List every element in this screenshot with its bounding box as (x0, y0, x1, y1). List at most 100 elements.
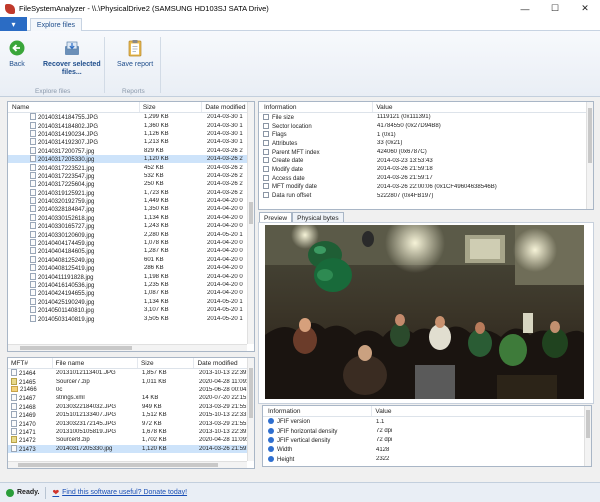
table-row[interactable]: 20140319125921.jpg 1,723 KB 2014-03-26 2 (8, 188, 254, 197)
table-row[interactable]: 20140424194655.jpg 1,087 KB 2014-04-20 0 (8, 289, 254, 297)
table-row[interactable]: 20140416140536.jpg 1,235 KB 2014-04-20 0 (8, 281, 254, 289)
cell-file-name: 20131005105819.JPG (56, 428, 117, 435)
scrollbar-thumb[interactable] (586, 410, 590, 438)
table-row[interactable]: 20140503140819.jpg 3,505 KB 2014-05-20 1 (8, 314, 254, 323)
info-row[interactable]: Width 4128 (263, 445, 591, 454)
info-row[interactable]: Create date 2014-03-23 13:53:43 (259, 156, 593, 165)
table-row[interactable]: 20140411191828.jpg 1,198 KB 2014-04-20 0 (8, 272, 254, 281)
table-row[interactable]: 21472 Sourcer8.zip 1,702 KB 2020-04-28 11:0… (8, 436, 254, 444)
app-icon (5, 3, 15, 14)
cell-size: 3,505 KB (144, 315, 169, 322)
ribbon-separator (104, 37, 105, 93)
image-preview (265, 225, 584, 399)
cell-name: 20140317223521.jpg (8, 163, 141, 172)
table-row[interactable]: 20140314184802.JPG 1,360 KB 2014-03-30 1 (8, 121, 254, 130)
file-icon (30, 113, 36, 121)
table-row[interactable]: 21467 strings.xml 14 KB 2020-07-20 22:15: (8, 394, 254, 402)
table-row[interactable]: 20140317200757.jpg 829 KB 2014-03-26 2 (8, 146, 254, 155)
vertical-scrollbar[interactable] (584, 406, 591, 466)
scrollbar-thumb[interactable] (588, 108, 592, 163)
close-button[interactable]: ✕ (570, 0, 600, 17)
column-header-value[interactable]: Value (373, 102, 593, 112)
info-row[interactable]: Attributes 33 (0x21) (259, 139, 593, 148)
cell-name: 20140317223547.jpg (8, 171, 141, 180)
mft-number: 21469 (19, 413, 36, 420)
info-row[interactable]: MFT modify date 2014-03-26 22:00:06 (0x1C… (259, 183, 593, 192)
table-row[interactable]: 20140317225604.jpg 250 KB 2014-03-26 2 (8, 180, 254, 188)
minimize-button[interactable]: — (510, 0, 540, 17)
table-row[interactable]: 20140404174459.jpg 1,078 KB 2014-04-20 0 (8, 239, 254, 247)
vertical-scrollbar[interactable] (586, 102, 593, 209)
column-header-information[interactable]: Information (259, 102, 374, 112)
info-row[interactable]: JFIF version 1.1 (263, 417, 591, 426)
info-row[interactable]: Parent MFT index 424060 (0x6787C) (259, 148, 593, 157)
table-row[interactable]: 20140330165727.jpg 1,243 KB 2014-04-20 0 (8, 222, 254, 230)
table-row[interactable]: 21464 20131012113401.JPG 1,857 KB 2013-10-1… (8, 369, 254, 377)
table-row[interactable]: 20140317205330.jpg 1,120 KB 2014-03-26 2 (8, 154, 254, 164)
file-menu-button[interactable]: ▾ (0, 17, 27, 31)
save-report-button[interactable]: Save report (117, 39, 153, 69)
info-row[interactable]: JFIF vertical density 72 dpi (263, 436, 591, 445)
table-row[interactable]: 21471 20131005105819.JPG 1,678 KB 2013-10-1… (8, 427, 254, 436)
table-row[interactable]: 21468 20130322184032.JPG 949 KB 2013-03-29 … (8, 402, 254, 411)
info-row[interactable]: File size 1119121 (0x111391) (259, 113, 593, 122)
table-row[interactable]: 20140314184755.JPG 1,299 KB 2014-03-30 1 (8, 113, 254, 121)
file-name: 20140330165727.jpg (38, 224, 95, 231)
info-row[interactable]: Modify date 2014-03-26 21:59:18 (259, 165, 593, 174)
cell-name: 20140503140819.jpg (8, 314, 141, 323)
table-row[interactable]: 20140314190234.JPG 1,126 KB 2014-03-30 1 (8, 129, 254, 138)
horizontal-scrollbar[interactable] (8, 344, 247, 351)
vertical-scrollbar[interactable] (247, 102, 254, 344)
info-row[interactable]: Flags 1 (0x1) (259, 130, 593, 139)
table-row[interactable]: 21469 20151012133407.JPG 1,512 KB 2015-10-1… (8, 411, 254, 419)
info-row[interactable]: Height 2322 (263, 455, 591, 464)
tab-explore-files[interactable]: Explore files (30, 18, 82, 32)
donate-link[interactable]: ❤ Find this software useful? Donate toda… (52, 488, 187, 497)
column-header-date[interactable]: Date modified (194, 358, 254, 368)
table-row[interactable]: 20140330152618.jpg 1,134 KB 2014-04-20 0 (8, 213, 254, 222)
scrollbar-thumb[interactable] (18, 463, 218, 467)
table-row[interactable]: 21465 Sourcer7.zip 1,011 KB 2020-04-28 11:0… (8, 377, 254, 386)
table-row[interactable]: 20140404184605.jpg 1,287 KB 2014-04-20 0 (8, 247, 254, 255)
cell-size: 1,449 KB (144, 198, 169, 205)
column-header-size[interactable]: Size (140, 102, 203, 112)
table-row[interactable]: 21470 20130323172145.JPG 972 KB 2013-03-29 … (8, 419, 254, 428)
horizontal-scrollbar[interactable] (8, 461, 247, 468)
column-header-filename[interactable]: File name (53, 358, 138, 368)
table-row[interactable]: 21473 20140317205330.jpg 1,120 KB 2014-03-2… (8, 444, 254, 453)
back-label: Back (9, 61, 25, 68)
vertical-scrollbar[interactable] (247, 358, 254, 461)
file-name: 20140501140810.jpg (38, 308, 94, 315)
table-row[interactable]: 20140320192759.jpg 1,449 KB 2014-04-20 0 (8, 197, 254, 205)
scrollbar-thumb[interactable] (249, 368, 253, 418)
column-header-mft[interactable]: MFT# (8, 358, 53, 368)
info-row[interactable]: Access date 2014-03-26 21:59:17 (259, 174, 593, 183)
save-report-label: Save report (117, 61, 154, 68)
recover-files-button[interactable]: Recover selected files... (43, 39, 101, 77)
scrollbar-thumb[interactable] (20, 346, 132, 350)
cell-name: 20140314184802.JPG (8, 121, 141, 130)
scrollbar-thumb[interactable] (249, 202, 253, 224)
table-row[interactable]: 20140425190249.jpg 1,134 KB 2014-05-20 1 (8, 297, 254, 306)
cell-size: 1,134 KB (144, 214, 169, 221)
column-header-information[interactable]: Information (263, 406, 373, 416)
column-header-value[interactable]: Value (372, 406, 591, 416)
back-button[interactable]: Back (8, 39, 26, 69)
table-row[interactable]: 20140317223521.jpg 452 KB 2014-03-26 2 (8, 163, 254, 172)
table-row[interactable]: 20140328184847.jpg 1,350 KB 2014-04-20 0 (8, 205, 254, 213)
table-row[interactable]: 20140314192307.JPG 1,213 KB 2014-03-30 1 (8, 138, 254, 146)
table-row[interactable]: 20140501140810.jpg 3,107 KB 2014-05-20 1 (8, 306, 254, 314)
table-row[interactable]: 21466 0c 2015-06-28 00:04: (8, 386, 254, 394)
table-row[interactable]: 20140408125249.jpg 601 KB 2014-04-20 0 (8, 255, 254, 264)
info-row[interactable]: Data run offset 5222807 (0x4FB197) (259, 191, 593, 200)
table-row[interactable]: 20140330120609.jpg 2,280 KB 2014-05-20 1 (8, 230, 254, 239)
info-row[interactable]: JFIF horizontal density 72 dpi (263, 426, 591, 435)
file-name: 20140317200757.jpg (38, 148, 95, 155)
table-row[interactable]: 20140408125419.jpg 286 KB 2014-04-20 0 (8, 264, 254, 272)
cell-size: 1,011 KB (142, 378, 167, 385)
column-header-size[interactable]: Size (138, 358, 195, 368)
info-row[interactable]: Sector location 41784550 (0x27D94B8) (259, 122, 593, 131)
table-row[interactable]: 20140317223547.jpg 532 KB 2014-03-26 2 (8, 171, 254, 180)
maximize-button[interactable]: ☐ (540, 0, 570, 17)
column-header-name[interactable]: Name (8, 102, 140, 112)
